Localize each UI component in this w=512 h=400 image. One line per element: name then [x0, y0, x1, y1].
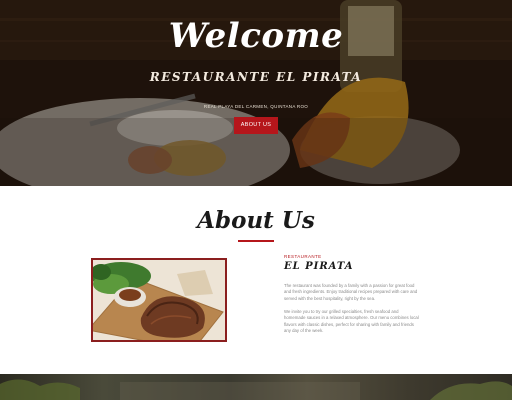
- about-title-divider: [238, 240, 274, 242]
- hero-section: Welcome RESTAURANTE EL PIRATA REAL PLAYA…: [0, 0, 512, 186]
- about-paragraph-2: We invite you to try our grilled special…: [284, 309, 419, 333]
- hero-subtitle: RESTAURANTE EL PIRATA: [149, 70, 363, 84]
- about-paragraph-1: The restaurant was founded by a family w…: [284, 283, 418, 301]
- hero-title: Welcome: [168, 16, 344, 56]
- footer-image-strip: [0, 374, 512, 400]
- about-subtitle: EL PIRATA: [284, 261, 354, 272]
- about-kicker: RESTAURANTE: [284, 254, 322, 259]
- food-photo: [91, 258, 227, 342]
- hero-address: REAL PLAYA DEL CARMEN, QUINTANA ROO: [203, 104, 309, 109]
- about-us-button[interactable]: ABOUT US: [234, 117, 278, 134]
- about-title: About Us: [197, 207, 315, 234]
